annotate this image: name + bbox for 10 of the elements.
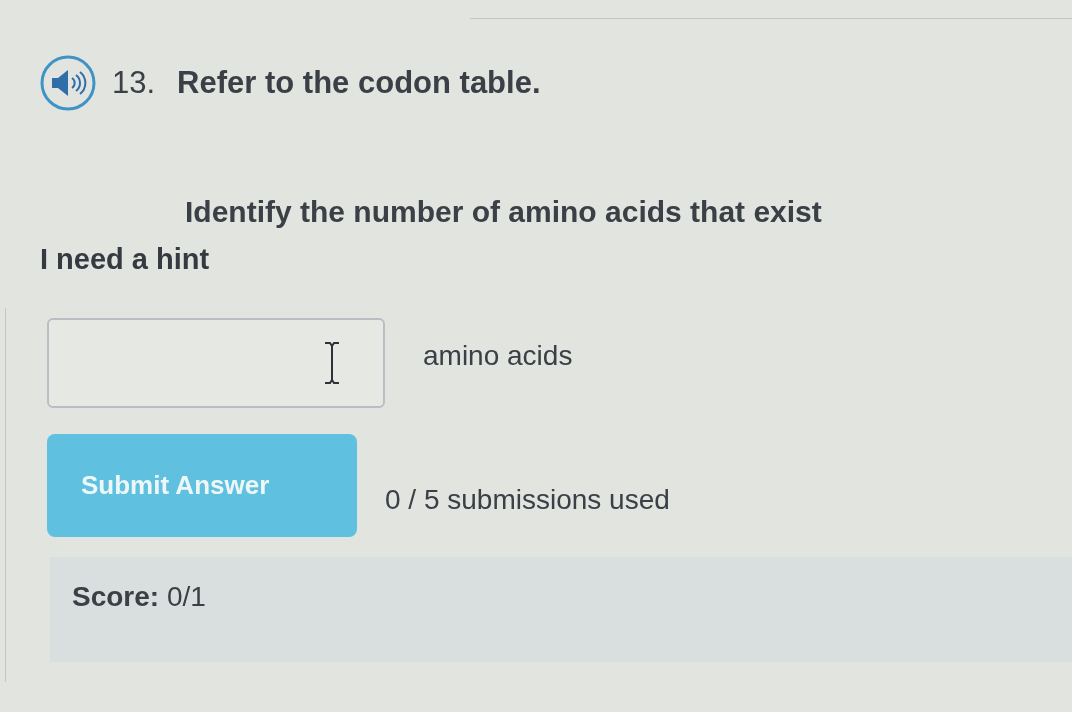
text-cursor-icon: [323, 341, 341, 385]
question-number: 13.: [112, 65, 156, 101]
score-text: Score: 0/1: [72, 581, 206, 613]
submissions-counter: 0 / 5 submissions used: [385, 483, 670, 516]
speaker-icon[interactable]: [40, 55, 96, 111]
question-instruction: Identify the number of amino acids that exist: [185, 195, 822, 229]
hint-link[interactable]: I need a hint: [40, 243, 210, 276]
answer-field[interactable]: [47, 318, 385, 408]
unit-label: amino acids: [423, 340, 573, 372]
question-prompt: Refer to the codon table.: [177, 65, 541, 101]
